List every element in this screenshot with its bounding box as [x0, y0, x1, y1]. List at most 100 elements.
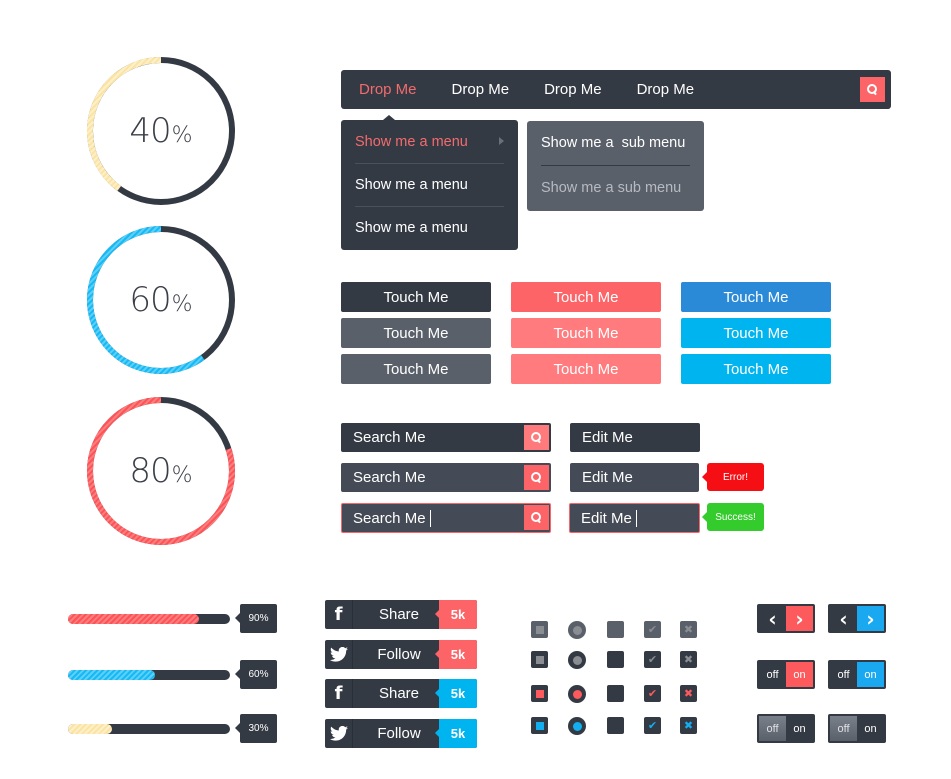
touch-button-red-hover[interactable]: Touch Me: [511, 318, 661, 348]
toggle-off-label: off: [830, 716, 857, 741]
progress-bar-fill: [68, 724, 112, 734]
radio-blue[interactable]: [568, 717, 586, 735]
twitter-follow-button[interactable]: Follow 5k: [325, 640, 477, 669]
search-icon: [867, 84, 878, 95]
cross-box-red[interactable]: ✖: [680, 685, 697, 702]
search-icon: [531, 432, 542, 443]
checkbox-empty[interactable]: [607, 651, 624, 668]
success-tooltip-text: Success!: [715, 511, 756, 523]
social-count: 5k: [435, 640, 477, 669]
nav-item-drop-me-1[interactable]: Drop Me: [359, 81, 417, 98]
checkbox-red[interactable]: [531, 685, 548, 702]
chevron-right-icon[interactable]: ›: [857, 606, 884, 631]
submenu-item[interactable]: Show me a sub menu: [541, 121, 690, 165]
search-button[interactable]: [524, 465, 549, 490]
toggle-on-blue[interactable]: off on: [828, 660, 886, 689]
dropdown-item-label: Show me a menu: [355, 220, 468, 236]
nav-item-drop-me-3[interactable]: Drop Me: [544, 81, 602, 98]
toggle-on-red[interactable]: off on: [757, 660, 815, 689]
touch-button-dark-active[interactable]: Touch Me: [341, 354, 491, 384]
checkbox-empty[interactable]: [607, 685, 624, 702]
radio-disabled[interactable]: [568, 621, 586, 639]
search-input-focused[interactable]: Search Me: [341, 503, 551, 533]
chevron-left-icon[interactable]: ‹: [830, 606, 857, 631]
facebook-share-button[interactable]: f Share 5k: [325, 600, 477, 629]
checkbox-empty-disabled[interactable]: [607, 621, 624, 638]
cross-box-disabled[interactable]: ✖: [680, 621, 697, 638]
progress-bar-fill: [68, 614, 200, 624]
toggle-off-label: off: [837, 668, 850, 681]
progress-ring-60: 60%: [85, 224, 237, 376]
cross-icon: ✖: [683, 653, 694, 666]
touch-button-red[interactable]: Touch Me: [511, 282, 661, 312]
twitter-follow-button[interactable]: Follow 5k: [325, 719, 477, 748]
cross-box-gray[interactable]: ✖: [680, 651, 697, 668]
social-label: Share: [378, 685, 420, 702]
touch-button-dark-hover[interactable]: Touch Me: [341, 318, 491, 348]
search-input-hover[interactable]: Search Me: [341, 463, 551, 492]
text-cursor: [429, 509, 431, 527]
social-count: 5k: [435, 719, 477, 748]
nav-item-drop-me-2[interactable]: Drop Me: [452, 81, 510, 98]
touch-button-blue[interactable]: Touch Me: [681, 282, 831, 312]
edit-input[interactable]: Edit Me: [570, 423, 700, 452]
cross-box-blue[interactable]: ✖: [680, 717, 697, 734]
cross-icon: ✖: [683, 719, 694, 732]
toggle-off-label: off: [766, 668, 779, 681]
edit-input-value: Edit Me: [581, 509, 632, 527]
progress-bar: [68, 724, 230, 734]
nav-item-drop-me-4[interactable]: Drop Me: [637, 81, 695, 98]
social-count-value: 5k: [450, 647, 466, 662]
submenu-item[interactable]: Show me a sub menu: [541, 165, 690, 209]
check-box-blue[interactable]: ✔: [644, 717, 661, 734]
navbar-search-button[interactable]: [860, 77, 885, 102]
search-button[interactable]: [524, 505, 549, 530]
text-cursor: [635, 509, 637, 527]
edit-input-error[interactable]: Edit Me: [570, 463, 699, 492]
touch-button-blue-hover[interactable]: Touch Me: [681, 318, 831, 348]
edit-input-success[interactable]: Edit Me: [569, 503, 700, 533]
dropdown-item[interactable]: Show me a menu: [355, 206, 504, 249]
social-label: Follow: [377, 646, 421, 663]
navbar: Drop Me Drop Me Drop Me Drop Me: [341, 70, 891, 109]
dropdown-item[interactable]: Show me a menu: [341, 120, 504, 163]
search-icon: [531, 512, 542, 523]
progress-badge: 30%: [235, 714, 277, 743]
ring-label: 80%: [85, 395, 237, 547]
chevron-right-icon[interactable]: ›: [786, 606, 813, 631]
twitter-icon: [325, 640, 353, 669]
touch-button-blue-active[interactable]: Touch Me: [681, 354, 831, 384]
progress-bar: [68, 670, 230, 680]
check-box-disabled[interactable]: ✔: [644, 621, 661, 638]
toggle-off[interactable]: off on: [757, 714, 815, 743]
radio-red[interactable]: [568, 685, 586, 703]
checkbox-disabled[interactable]: [531, 621, 548, 638]
checkbox-empty[interactable]: [607, 717, 624, 734]
radio-gray[interactable]: [568, 651, 586, 669]
chevron-left-icon[interactable]: ‹: [759, 606, 786, 631]
cross-icon: ✖: [683, 623, 694, 636]
touch-button-dark[interactable]: Touch Me: [341, 282, 491, 312]
dropdown-item-label: Show me a menu: [355, 133, 468, 150]
progress-ring-40: 40%: [85, 55, 237, 207]
error-tooltip: Error!: [702, 463, 764, 491]
check-box-gray[interactable]: ✔: [644, 651, 661, 668]
progress-ring-80: 80%: [85, 395, 237, 547]
toggle-on-label: on: [857, 662, 884, 687]
chevron-right-icon: [499, 137, 504, 145]
progress-badge: 60%: [235, 660, 277, 689]
facebook-share-button[interactable]: f Share 5k: [325, 679, 477, 708]
check-box-red[interactable]: ✔: [644, 685, 661, 702]
dropdown-item[interactable]: Show me a menu: [355, 163, 504, 206]
checkbox-gray[interactable]: [531, 651, 548, 668]
search-input-value: Search Me: [353, 509, 426, 527]
ring-label: 40%: [85, 55, 237, 207]
toggle-on-label: on: [864, 722, 877, 735]
facebook-icon: f: [325, 600, 353, 629]
toggle-off[interactable]: off on: [828, 714, 886, 743]
touch-button-red-active[interactable]: Touch Me: [511, 354, 661, 384]
checkbox-blue[interactable]: [531, 717, 548, 734]
check-icon: ✔: [647, 653, 658, 666]
search-button[interactable]: [524, 425, 549, 450]
search-input[interactable]: Search Me: [341, 423, 551, 452]
